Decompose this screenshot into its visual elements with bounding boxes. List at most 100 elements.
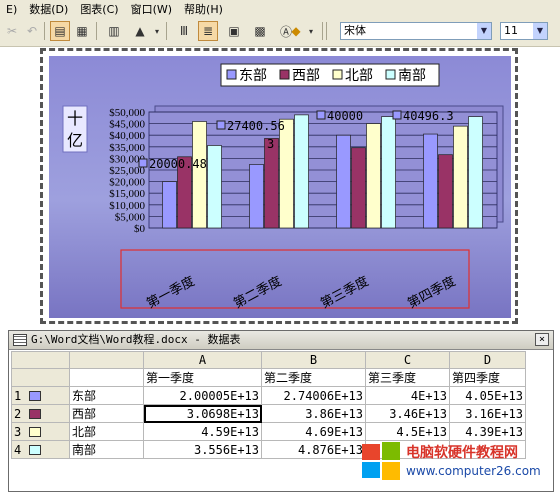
- category-axis-gridlines-icon[interactable]: Ⅲ: [174, 21, 194, 41]
- chart-bar: [279, 118, 294, 229]
- data-label: 3: [267, 137, 274, 151]
- cell[interactable]: 第四季度: [449, 368, 526, 387]
- cell[interactable]: 4.876E+13: [261, 440, 366, 459]
- cell[interactable]: 南部: [69, 440, 144, 459]
- chart-bar: [162, 181, 177, 229]
- import-file-icon[interactable]: ▤: [50, 21, 70, 41]
- data-label-key: [216, 120, 226, 130]
- cut-icon[interactable]: ✂: [2, 21, 22, 41]
- font-size-select[interactable]: 11 ▼: [500, 22, 548, 40]
- legend-label: 南部: [398, 68, 426, 84]
- chart-bar: [336, 134, 351, 229]
- corner-cell[interactable]: [11, 351, 70, 369]
- row-header[interactable]: 4: [11, 440, 70, 459]
- table-row: 1 东部 2.00005E+13 2.74006E+13 4E+13 4.05E…: [11, 386, 526, 405]
- watermark-url: www.computer26.com: [406, 464, 541, 478]
- cell[interactable]: 2.74006E+13: [261, 386, 366, 405]
- value-axis-gridlines-icon[interactable]: ≣: [198, 21, 218, 41]
- legend-icon[interactable]: ▣: [224, 21, 244, 41]
- legend-label: 东部: [239, 68, 267, 84]
- data-label-key: [392, 110, 402, 120]
- fill-color-icon[interactable]: ◆: [286, 21, 306, 41]
- data-label-key: [138, 158, 148, 168]
- column-header[interactable]: B: [261, 351, 366, 369]
- fill-color-dropdown-icon[interactable]: ▾: [306, 21, 316, 41]
- chart-bar: [249, 164, 264, 229]
- close-button[interactable]: ×: [535, 333, 549, 346]
- cell[interactable]: 第一季度: [143, 368, 262, 387]
- y-tick-label: $45,000: [109, 119, 145, 131]
- active-cell[interactable]: 3.0698E+13: [143, 404, 262, 423]
- font-name-select[interactable]: 宋体 ▼: [340, 22, 492, 40]
- cell[interactable]: 4.59E+13: [143, 422, 262, 441]
- datasheet-icon: [13, 334, 27, 346]
- column-header[interactable]: C: [365, 351, 450, 369]
- y-tick-label: $15,000: [109, 188, 145, 200]
- legend-key: [226, 69, 237, 80]
- chart-bar: [264, 138, 279, 229]
- row-header[interactable]: [11, 368, 70, 387]
- data-label: 27400.56: [227, 119, 285, 133]
- chevron-down-icon[interactable]: ▼: [533, 23, 547, 39]
- cell[interactable]: 东部: [69, 386, 144, 405]
- chart-type-dropdown-icon[interactable]: ▾: [152, 21, 162, 41]
- chart-bar: [366, 123, 381, 229]
- view-datasheet-icon[interactable]: ▦: [72, 21, 92, 41]
- y-tick-label: $0: [134, 223, 146, 235]
- y-axis-title-line: 亿: [67, 131, 83, 150]
- cell[interactable]: 3.556E+13: [143, 440, 262, 459]
- column-header[interactable]: A: [143, 351, 262, 369]
- data-label-key: [316, 110, 326, 120]
- row-header[interactable]: 1: [11, 386, 70, 405]
- column-header[interactable]: [69, 351, 144, 369]
- windows-logo-icon: [362, 442, 400, 480]
- cell[interactable]: 3.86E+13: [261, 404, 366, 423]
- row-header[interactable]: 3: [11, 422, 70, 441]
- y-tick-label: $10,000: [109, 200, 145, 212]
- cell[interactable]: 北部: [69, 422, 144, 441]
- row-header[interactable]: 2: [11, 404, 70, 423]
- chart-bar: [453, 125, 468, 229]
- y-tick-label: $20,000: [109, 177, 145, 189]
- y-axis-title-line: 十: [67, 109, 83, 128]
- category-label: 第四季度: [405, 273, 458, 312]
- watermark-badge: 电脑软硬件教程网 www.computer26.com: [358, 436, 554, 488]
- cell[interactable]: 4.69E+13: [261, 422, 366, 441]
- menu-window[interactable]: 窗口(W): [125, 1, 178, 17]
- chart[interactable]: $50,000$45,000$40,000$35,000$30,000$25,0…: [49, 56, 511, 318]
- undo-icon[interactable]: ↶: [22, 21, 42, 41]
- cell[interactable]: 3.46E+13: [365, 404, 450, 423]
- cell[interactable]: 4E+13: [365, 386, 450, 405]
- data-table-icon[interactable]: ▩: [250, 21, 270, 41]
- column-header[interactable]: D: [449, 351, 526, 369]
- chart-type-icon[interactable]: ▲: [130, 21, 150, 41]
- cell[interactable]: 第二季度: [261, 368, 366, 387]
- datasheet-titlebar[interactable]: G:\Word文档\Word教程.docx - 数据表 ×: [9, 331, 553, 350]
- series-swatch: [29, 427, 42, 437]
- legend-label: 北部: [345, 68, 373, 84]
- menu-edit[interactable]: E): [0, 3, 23, 16]
- menu-chart[interactable]: 图表(C): [74, 1, 124, 17]
- series-swatch: [29, 391, 42, 401]
- y-tick-label: $5,000: [115, 211, 146, 223]
- legend-key: [279, 69, 290, 80]
- legend-key: [385, 69, 396, 80]
- menu-help[interactable]: 帮助(H): [178, 1, 229, 17]
- chart-bar: [351, 147, 366, 229]
- by-row-icon[interactable]: ▥: [104, 21, 124, 41]
- cell[interactable]: 4.05E+13: [449, 386, 526, 405]
- menu-data[interactable]: 数据(D): [23, 1, 74, 17]
- data-label: 40496.3: [403, 109, 454, 123]
- cell[interactable]: 西部: [69, 404, 144, 423]
- cell[interactable]: 3.16E+13: [449, 404, 526, 423]
- category-label: 第一季度: [144, 273, 197, 312]
- chevron-down-icon[interactable]: ▼: [477, 23, 491, 39]
- cell[interactable]: [69, 368, 144, 387]
- y-tick-label: $40,000: [109, 130, 145, 142]
- cell[interactable]: 2.00005E+13: [143, 386, 262, 405]
- cell[interactable]: 第三季度: [365, 368, 450, 387]
- row-number: 2: [14, 406, 22, 421]
- chart-bar: [294, 114, 309, 229]
- chart-bar: [381, 116, 396, 229]
- series-swatch: [29, 445, 42, 455]
